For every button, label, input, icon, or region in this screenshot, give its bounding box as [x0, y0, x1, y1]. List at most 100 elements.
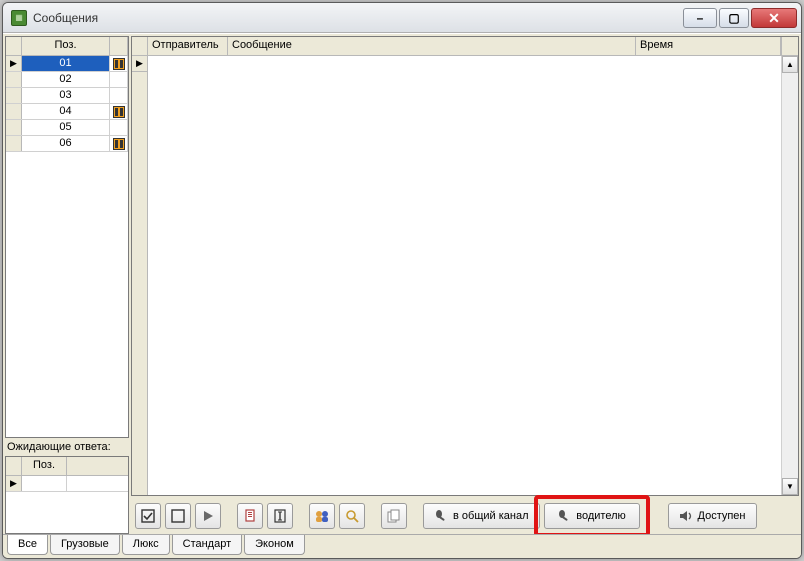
- copy-pages-icon: [387, 509, 401, 523]
- copy-button[interactable]: [237, 503, 263, 529]
- driver-button-label: водителю: [576, 510, 626, 522]
- text-button[interactable]: [267, 503, 293, 529]
- left-panel: Поз. ▶010203040506 Ожидающие ответа: Поз…: [5, 36, 129, 534]
- waiting-row-empty[interactable]: ▶: [6, 476, 128, 492]
- positions-grid[interactable]: Поз. ▶010203040506: [5, 36, 129, 438]
- available-button-label: Доступен: [698, 510, 746, 522]
- messages-header-sender[interactable]: Отправитель: [148, 37, 228, 55]
- positions-cell-status: [110, 120, 128, 135]
- text-cursor-icon: [273, 509, 287, 523]
- select-all-button[interactable]: [135, 503, 161, 529]
- waiting-header-pos[interactable]: Поз.: [22, 457, 67, 475]
- positions-cell-status: [110, 136, 128, 151]
- maximize-icon: ▢: [728, 12, 739, 24]
- positions-row[interactable]: 04: [6, 104, 128, 120]
- play-button[interactable]: [195, 503, 221, 529]
- broadcast-channel-label: в общий канал: [453, 510, 529, 522]
- window-controls: – ▢ ✕: [683, 8, 797, 28]
- messages-header-message[interactable]: Сообщение: [228, 37, 636, 55]
- positions-row-indicator: [6, 72, 22, 87]
- positions-cell-pos: 01: [22, 56, 110, 71]
- broadcast-channel-button[interactable]: в общий канал: [423, 503, 540, 529]
- category-tab[interactable]: Грузовые: [50, 535, 120, 555]
- waiting-grid[interactable]: Поз. ▶: [5, 456, 129, 534]
- close-button[interactable]: ✕: [751, 8, 797, 28]
- positions-row-indicator: [6, 104, 22, 119]
- positions-corner-cell: [6, 37, 22, 55]
- microphone-icon: [434, 509, 448, 523]
- checkbox-checked-icon: [141, 509, 155, 523]
- positions-cell-pos: 05: [22, 120, 110, 135]
- close-icon: ✕: [768, 11, 780, 25]
- scroll-track[interactable]: [782, 73, 798, 478]
- titlebar: ▦ Сообщения – ▢ ✕: [3, 3, 801, 33]
- waiting-body: ▶: [6, 476, 128, 492]
- category-tabs: ВсеГрузовыеЛюксСтандартЭконом: [3, 534, 801, 558]
- positions-cell-pos: 03: [22, 88, 110, 103]
- positions-cell-pos: 06: [22, 136, 110, 151]
- minimize-icon: –: [697, 12, 704, 24]
- positions-body: ▶010203040506: [6, 56, 128, 152]
- app-icon: ▦: [11, 10, 27, 26]
- pause-status-icon: [113, 106, 125, 118]
- checkbox-empty-icon: [171, 509, 185, 523]
- positions-header-row: Поз.: [6, 37, 128, 56]
- app-window: ▦ Сообщения – ▢ ✕ Поз.: [2, 2, 802, 559]
- positions-header-pos[interactable]: Поз.: [22, 37, 110, 55]
- microphone-icon: [557, 509, 571, 523]
- messages-vscrollbar[interactable]: ▲ ▼: [781, 56, 798, 495]
- waiting-row-indicator: ▶: [6, 476, 22, 491]
- document-icon: [243, 509, 257, 523]
- deselect-all-button[interactable]: [165, 503, 191, 529]
- messages-corner-cell: [132, 37, 148, 55]
- users-button[interactable]: [309, 503, 335, 529]
- category-tab[interactable]: Все: [7, 535, 48, 555]
- search-button[interactable]: [339, 503, 365, 529]
- waiting-header-row: Поз.: [6, 457, 128, 476]
- positions-row-indicator: [6, 136, 22, 151]
- window-title: Сообщения: [33, 11, 683, 25]
- pause-status-icon: [113, 138, 125, 150]
- waiting-label: Ожидающие ответа:: [5, 440, 129, 454]
- positions-row[interactable]: 02: [6, 72, 128, 88]
- positions-cell-status: [110, 56, 128, 71]
- positions-cell-status: [110, 72, 128, 87]
- messages-body: ▶ ▲ ▼: [132, 56, 798, 495]
- positions-cell-status: [110, 104, 128, 119]
- category-tab[interactable]: Эконом: [244, 535, 305, 555]
- positions-row[interactable]: 06: [6, 136, 128, 152]
- positions-row[interactable]: ▶01: [6, 56, 128, 72]
- users-icon: [314, 509, 330, 523]
- play-icon: [202, 510, 214, 522]
- messages-rowhdr-col: ▶: [132, 56, 148, 495]
- positions-row-indicator: [6, 120, 22, 135]
- messages-header-scrollspacer: [781, 37, 798, 55]
- positions-row[interactable]: 03: [6, 88, 128, 104]
- waiting-cell-pos: [22, 476, 67, 491]
- waiting-cell-blank: [67, 476, 128, 491]
- driver-button[interactable]: водителю: [544, 503, 640, 529]
- positions-cell-pos: 02: [22, 72, 110, 87]
- magnifier-icon: [345, 509, 359, 523]
- maximize-button[interactable]: ▢: [719, 8, 749, 28]
- positions-row[interactable]: 05: [6, 120, 128, 136]
- scroll-down-button[interactable]: ▼: [782, 478, 798, 495]
- positions-header-iconcol[interactable]: [110, 37, 128, 55]
- messages-empty-area: [148, 56, 781, 495]
- right-panel: Отправитель Сообщение Время ▶ ▲: [131, 36, 799, 534]
- messages-header-row: Отправитель Сообщение Время: [132, 37, 798, 56]
- minimize-button[interactable]: –: [683, 8, 717, 28]
- speaker-icon: [679, 509, 693, 523]
- client-area: Поз. ▶010203040506 Ожидающие ответа: Поз…: [3, 33, 801, 558]
- messages-header-time[interactable]: Время: [636, 37, 781, 55]
- waiting-corner-cell: [6, 457, 22, 475]
- pause-status-icon: [113, 58, 125, 70]
- scroll-up-button[interactable]: ▲: [782, 56, 798, 73]
- category-tab[interactable]: Люкс: [122, 535, 170, 555]
- messages-grid[interactable]: Отправитель Сообщение Время ▶ ▲: [131, 36, 799, 496]
- duplicate-button[interactable]: [381, 503, 407, 529]
- waiting-header-blank: [67, 457, 128, 475]
- available-button[interactable]: Доступен: [668, 503, 757, 529]
- category-tab[interactable]: Стандарт: [172, 535, 243, 555]
- positions-cell-status: [110, 88, 128, 103]
